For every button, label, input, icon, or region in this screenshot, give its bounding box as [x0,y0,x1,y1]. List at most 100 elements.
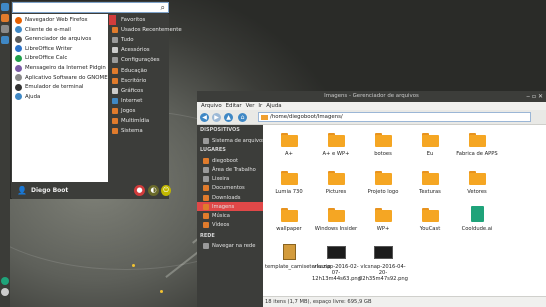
file-item[interactable]: Projeto logo [363,165,403,203]
file-item[interactable]: Pictures [316,165,356,203]
sidebar-item[interactable]: Lixeira [197,175,263,184]
app-icon [15,93,22,101]
sidebar-item[interactable]: diegoboot [197,156,263,165]
item-label: Educação [121,67,148,74]
item-label: Lixeira [212,176,230,183]
file-item[interactable]: Windows Insider [315,202,357,240]
selection-marker [109,15,116,25]
app-icon [15,16,22,24]
app-item[interactable]: LibreOffice Writer [12,44,108,54]
file-item[interactable]: Eu [410,127,450,165]
file-item[interactable]: vlcsnap-2016-02-07-12h13m44s63.png [312,240,361,282]
category-item[interactable]: Sistema [109,126,169,136]
menu-arquivo[interactable]: Arquivo [201,103,222,109]
file-item[interactable]: Fabrica de APPS [456,127,498,165]
mail-launcher-icon[interactable] [1,36,9,44]
category-icon [112,77,118,84]
location-bar[interactable]: /home/diegoboot/Imagens/ [258,112,531,122]
folder-icon [469,133,486,147]
category-item[interactable]: Escritório [109,76,169,86]
category-item[interactable]: Gráficos [109,86,169,96]
category-item[interactable]: Internet [109,96,169,106]
category-item[interactable]: Multimídia [109,116,169,126]
category-item[interactable]: Jogos [109,106,169,116]
menu-editar[interactable]: Editar [226,103,242,109]
lock-screen-button[interactable]: ● [134,185,145,196]
app-item[interactable]: Mensageiro da Internet Pidgin [12,63,108,73]
up-button[interactable]: ▲ [224,113,233,122]
app-item[interactable]: Emulador de terminal [12,82,108,92]
status-bar: 18 itens (1,7 MB), espaço livre: 695,9 G… [263,296,546,307]
folder-icon [422,208,439,222]
item-label: Navegar na rede [212,243,256,250]
file-item[interactable]: Texturas [410,165,450,203]
switch-user-button[interactable]: ◐ [148,185,159,196]
item-label: Sistema de arquivos [212,137,265,144]
menu-icon[interactable] [1,3,9,11]
app-icon [15,74,22,82]
menu-ir[interactable]: Ir [258,103,262,109]
app-item[interactable]: Ajuda [12,92,108,102]
item-label: Vídeos [212,222,230,229]
file-item[interactable]: Cooldude.ai [457,202,497,240]
sidebar-icon [203,176,209,183]
menu-ajuda[interactable]: Ajuda [266,103,281,109]
window-controls[interactable]: ‒ ▫ ✕ [526,91,543,102]
left-panel [0,0,10,307]
app-icon [15,54,22,62]
sidebar-item[interactable]: Sistema de arquivos [197,136,265,145]
file-label: Windows Insider [314,226,358,232]
firefox-launcher-icon[interactable] [1,14,9,22]
item-label: Favoritos [121,17,146,23]
file-label: YouCast [419,226,441,232]
file-item[interactable]: wallpaper [269,202,309,240]
category-item[interactable]: Acessórios [109,45,169,55]
sidebar-icon [203,194,209,201]
back-button[interactable]: ◀ [200,113,209,122]
user-name: Diego Boot [31,187,69,194]
app-item[interactable]: Gerenciador de arquivos [12,34,108,44]
file-item[interactable]: botoes [363,127,403,165]
folder-body [375,172,392,185]
sidebar-item[interactable]: Imagens [197,202,263,212]
file-item[interactable]: A+ e WP+ [316,127,356,165]
files-launcher-icon[interactable] [1,25,9,33]
folder-icon [328,208,345,222]
file-item[interactable]: vlcsnap-2016-04-20-02h35m47s92.png [359,240,408,282]
item-label: LibreOffice Writer [25,45,73,52]
file-label: WP+ [376,226,390,232]
sidebar-header: DISPOSITIVOS [200,127,240,133]
network-icon[interactable] [1,277,9,285]
window-titlebar[interactable]: Imagens - Gerenciador de arquivos ‒ ▫ ✕ [197,91,546,102]
category-item[interactable]: Educação [109,66,169,76]
file-item[interactable]: template_camisetería.zip [265,240,331,278]
file-item[interactable]: WP+ [363,202,403,240]
file-item[interactable]: YouCast [410,202,450,240]
application-menu: ⌕ Navegador Web Firefox Cliente de e-mail… [10,0,182,199]
app-item[interactable]: Aplicativo Software do GNOME [12,73,108,83]
category-item[interactable]: Configurações [109,55,169,65]
category-item[interactable]: Tudo [109,35,169,45]
category-item[interactable]: Favoritos [109,15,169,25]
sidebar-item[interactable]: Documentos [197,184,263,193]
file-item[interactable]: Lumia 730 [269,165,309,203]
item-label: Downloads [212,194,241,201]
sidebar-item[interactable]: Vídeos [197,221,263,230]
app-item[interactable]: Cliente de e-mail [12,25,108,35]
app-item[interactable]: Navegador Web Firefox [12,15,108,25]
file-item[interactable]: Vetores [457,165,497,203]
home-button[interactable]: ⌂ [238,113,247,122]
forward-button[interactable]: ▶ [212,113,221,122]
app-item[interactable]: LibreOffice Calc [12,53,108,63]
sidebar-item[interactable]: Downloads [197,193,263,202]
logout-button[interactable]: ⏻ [161,185,171,196]
search-input[interactable]: ⌕ [12,2,169,13]
category-item[interactable]: Usados Recentemente [109,25,182,35]
volume-icon[interactable] [1,288,9,296]
menu-ver[interactable]: Ver [246,103,255,109]
sidebar-item[interactable]: Navegar na rede [197,242,263,251]
file-item[interactable]: A+ [269,127,309,165]
sidebar-item[interactable]: Área de Trabalho [197,165,263,174]
sidebar-item[interactable]: Música [197,211,263,220]
sidebar-header: LUGARES [200,147,226,154]
